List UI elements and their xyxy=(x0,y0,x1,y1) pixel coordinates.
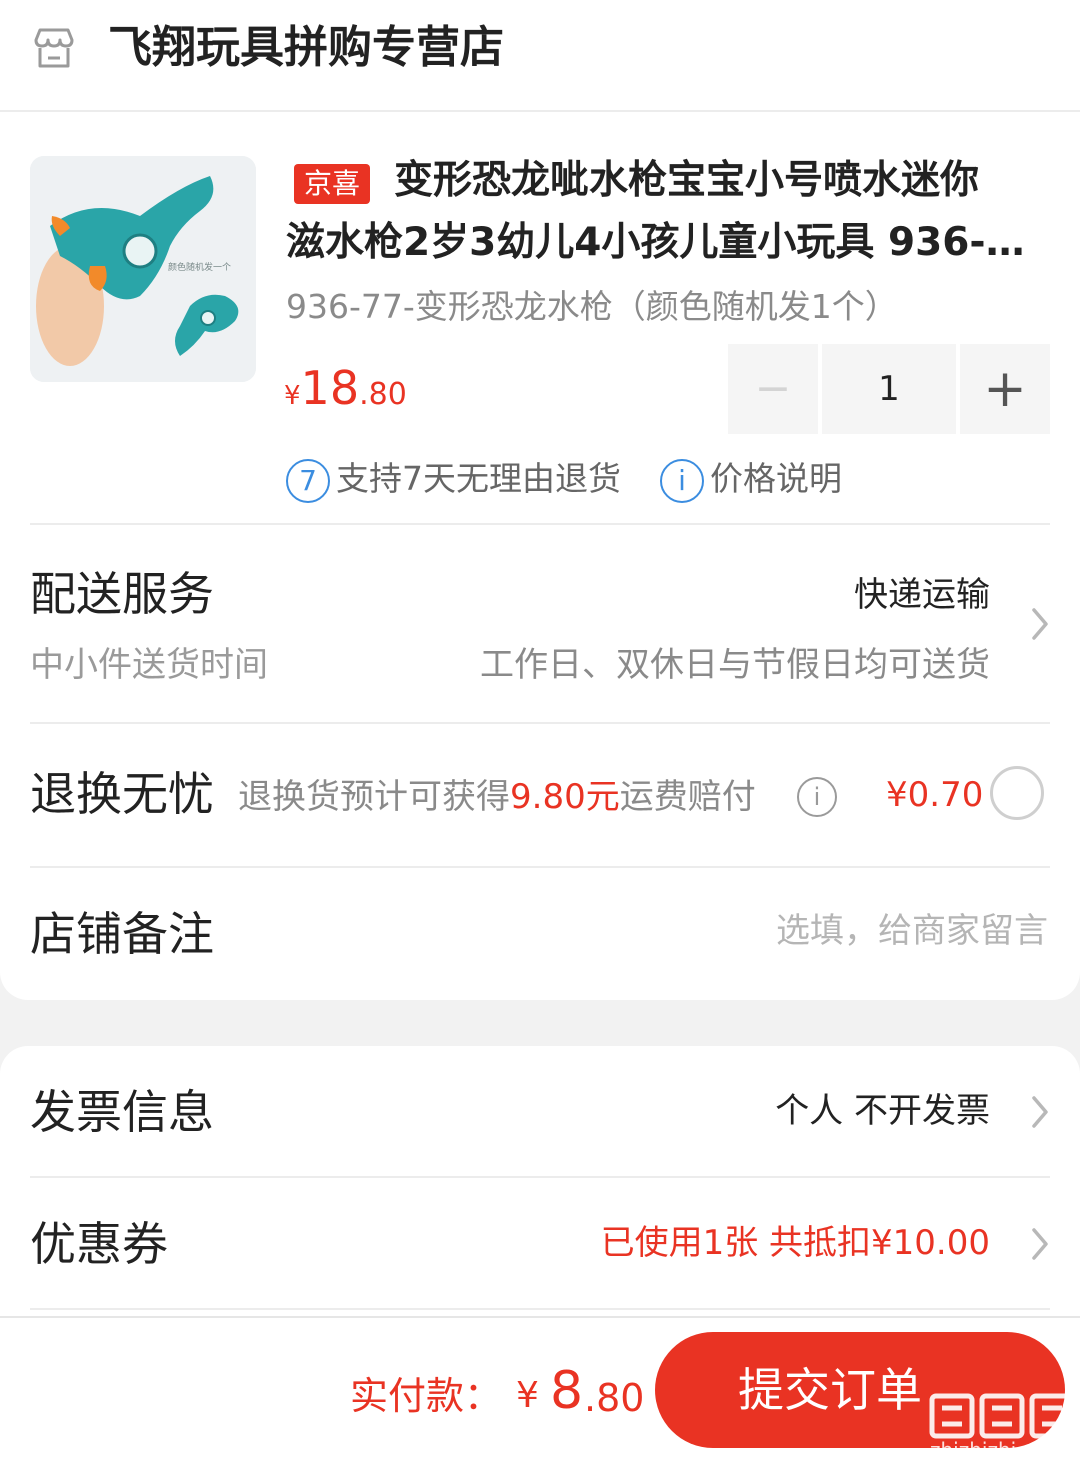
return-insurance-price: ¥0.70 xyxy=(886,775,984,815)
return-insurance-desc: 退换货预计可获得9.80元运费赔付 xyxy=(238,772,756,822)
delivery-time-label: 中小件送货时间 xyxy=(30,645,268,685)
info-icon: i xyxy=(660,458,704,503)
seven-day-icon: 7 xyxy=(286,458,330,503)
divider xyxy=(30,1308,1050,1310)
coupon-value: 已使用1张 共抵扣¥10.00 xyxy=(600,1223,990,1263)
chevron-right-icon xyxy=(1032,1228,1048,1260)
total-integer: 8 xyxy=(550,1361,584,1421)
price-explanation-link[interactable]: i 价格说明 xyxy=(660,454,842,504)
total-decimal: .80 xyxy=(584,1376,645,1420)
total-label: 实付款： xyxy=(350,1374,503,1418)
jingxi-badge: 京喜 xyxy=(294,164,371,204)
increase-quantity-button[interactable]: + xyxy=(960,344,1050,434)
total-currency: ¥ xyxy=(516,1375,539,1416)
product-price: ¥18.80 xyxy=(284,358,407,429)
invoice-label: 发票信息 xyxy=(30,1085,214,1139)
invoice-value: 个人 不开发票 xyxy=(775,1091,990,1131)
chevron-right-icon xyxy=(1032,1096,1048,1128)
store-name: 飞翔玩具拼购专营店 xyxy=(108,22,504,73)
price-integer: 18 xyxy=(300,361,360,415)
coupon-label: 优惠券 xyxy=(30,1217,168,1271)
store-icon xyxy=(34,28,74,68)
delivery-time-value: 工作日、双休日与节假日均可送货 xyxy=(480,645,990,685)
store-note-label: 店铺备注 xyxy=(30,907,214,961)
store-note-input[interactable]: 选填，给商家留言 xyxy=(776,906,1048,956)
divider xyxy=(30,523,1050,525)
store-header[interactable]: 飞翔玩具拼购专营店 xyxy=(0,0,1080,112)
divider xyxy=(30,866,1050,868)
product-image[interactable]: 颜色随机发一个 xyxy=(30,156,256,382)
delivery-method: 快递运输 xyxy=(854,575,990,615)
product-title-line-1: 变形恐龙呲水枪宝宝小号喷水迷你 xyxy=(394,158,980,203)
return-insurance-label: 退换无忧 xyxy=(30,767,214,821)
product-title-line-2: 滋水枪2岁3幼儿4小孩儿童小玩具 936-77-变形恐龙水枪 xyxy=(286,220,1046,265)
return-insurance-radio[interactable] xyxy=(990,766,1044,820)
product-image-caption: 颜色随机发一个 xyxy=(168,263,232,273)
info-icon[interactable]: i xyxy=(797,777,837,817)
chevron-right-icon xyxy=(1032,608,1048,640)
return-policy-label: 支持7天无理由退货 xyxy=(336,459,621,498)
price-currency: ¥ xyxy=(284,381,301,411)
divider xyxy=(30,1176,1050,1178)
price-decimal: .80 xyxy=(359,377,407,412)
divider xyxy=(30,722,1050,724)
return-policy-badge[interactable]: 7 支持7天无理由退货 xyxy=(286,454,621,504)
watermark-text: zhizhizhi.com xyxy=(930,1438,1066,1462)
product-title[interactable]: 变形恐龙呲水枪宝宝小号喷水迷你 滋水枪2岁3幼儿4小孩儿童小玩具 936-77-… xyxy=(286,150,1046,274)
price-explanation-label: 价格说明 xyxy=(710,459,842,498)
quantity-stepper: − 1 + xyxy=(728,344,1050,434)
return-desc-suffix: 运费赔付 xyxy=(619,777,756,817)
quantity-value[interactable]: 1 xyxy=(822,344,956,434)
order-card: 飞翔玩具拼购专营店 颜色随机发一个 变形恐龙呲水枪宝宝小号喷水迷你 滋水枪2岁3… xyxy=(0,0,1080,1000)
return-desc-prefix: 退换货预计可获得 xyxy=(238,777,510,817)
product-spec: 936-77-变形恐龙水枪（颜色随机发1个） xyxy=(286,287,898,326)
delivery-label: 配送服务 xyxy=(30,567,214,621)
decrease-quantity-button[interactable]: − xyxy=(728,344,818,434)
return-desc-amount: 9.80元 xyxy=(510,777,620,817)
